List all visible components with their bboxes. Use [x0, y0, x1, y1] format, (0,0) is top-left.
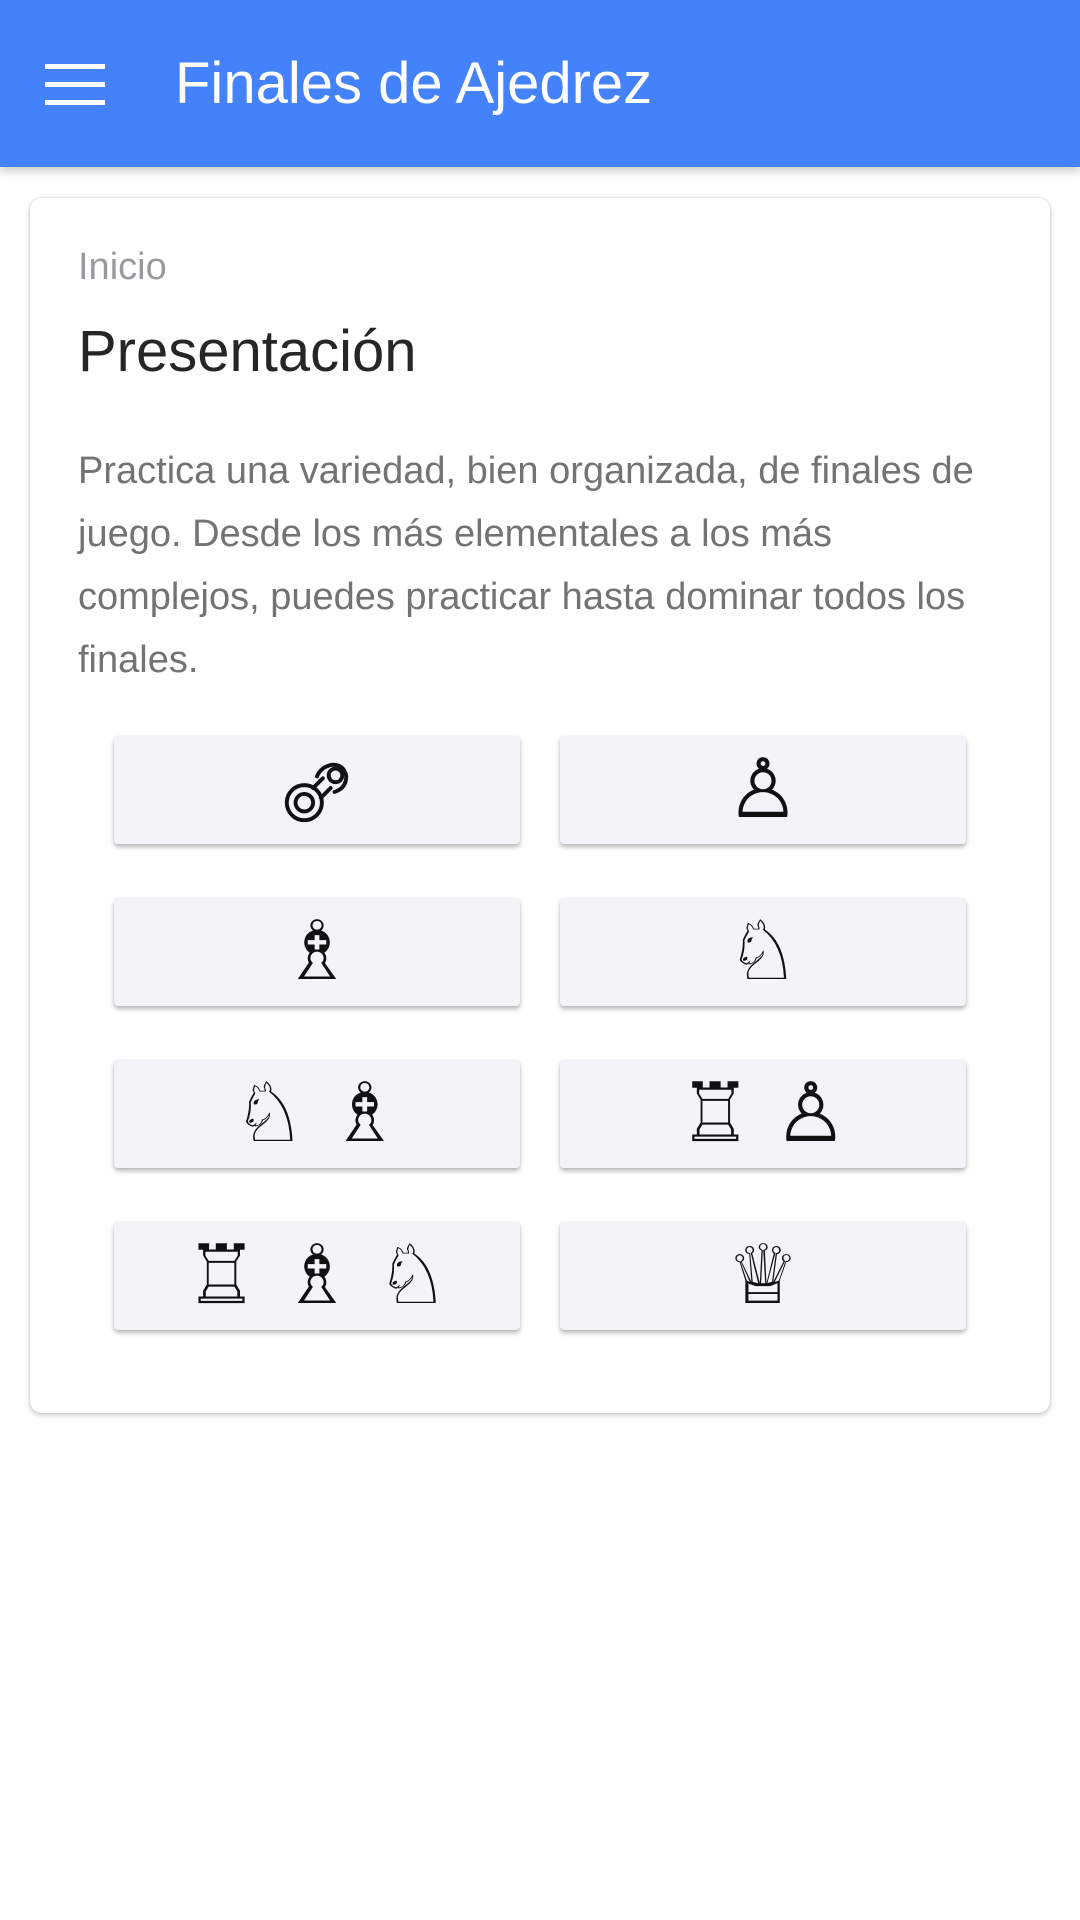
white-bishop-icon: ♗ [280, 1228, 354, 1323]
description-text: Practica una variedad, bien organizada, … [78, 450, 974, 681]
white-knight-icon: ♘ [726, 904, 800, 999]
hamburger-menu-icon [45, 64, 105, 105]
presentation-card: Inicio Presentación Practica una varieda… [30, 198, 1050, 1413]
white-knight-icon: ♘ [375, 1228, 450, 1323]
white-rook-icon: ♖ [184, 1228, 259, 1323]
pacifier-icon [284, 762, 349, 823]
white-pawn-icon: ♙ [774, 1066, 848, 1161]
breadcrumb: Inicio [78, 246, 167, 288]
page-title: Presentación [78, 319, 417, 384]
category-button-rook-bishop-knight[interactable]: ♖ ♗ ♘ [114, 1222, 520, 1330]
category-button-knight-bishop[interactable]: ♘ ♗ [114, 1060, 520, 1168]
category-button-knight[interactable]: ♘ [560, 898, 966, 1006]
white-knight-icon: ♘ [232, 1066, 306, 1161]
menu-button[interactable] [30, 40, 120, 130]
white-bishop-icon: ♗ [328, 1066, 402, 1161]
app-bar: Finales de Ajedrez [0, 0, 1080, 167]
white-queen-icon: ♕ [726, 1228, 800, 1323]
category-button-pawn[interactable]: ♙ [560, 736, 966, 844]
app-title: Finales de Ajedrez [175, 51, 653, 116]
category-button-queen[interactable]: ♕ [560, 1222, 966, 1330]
category-button-basic[interactable] [114, 736, 520, 844]
white-rook-icon: ♖ [678, 1066, 752, 1161]
category-button-bishop[interactable]: ♗ [114, 898, 520, 1006]
white-pawn-icon: ♙ [726, 742, 800, 837]
white-bishop-icon: ♗ [280, 904, 354, 999]
category-button-rook-pawn[interactable]: ♖ ♙ [560, 1060, 966, 1168]
endings-category-grid: ♙ ♗ ♘ ♘ ♗ ♖ ♙ ♖ ♗ ♘ ♕ [114, 736, 966, 1336]
